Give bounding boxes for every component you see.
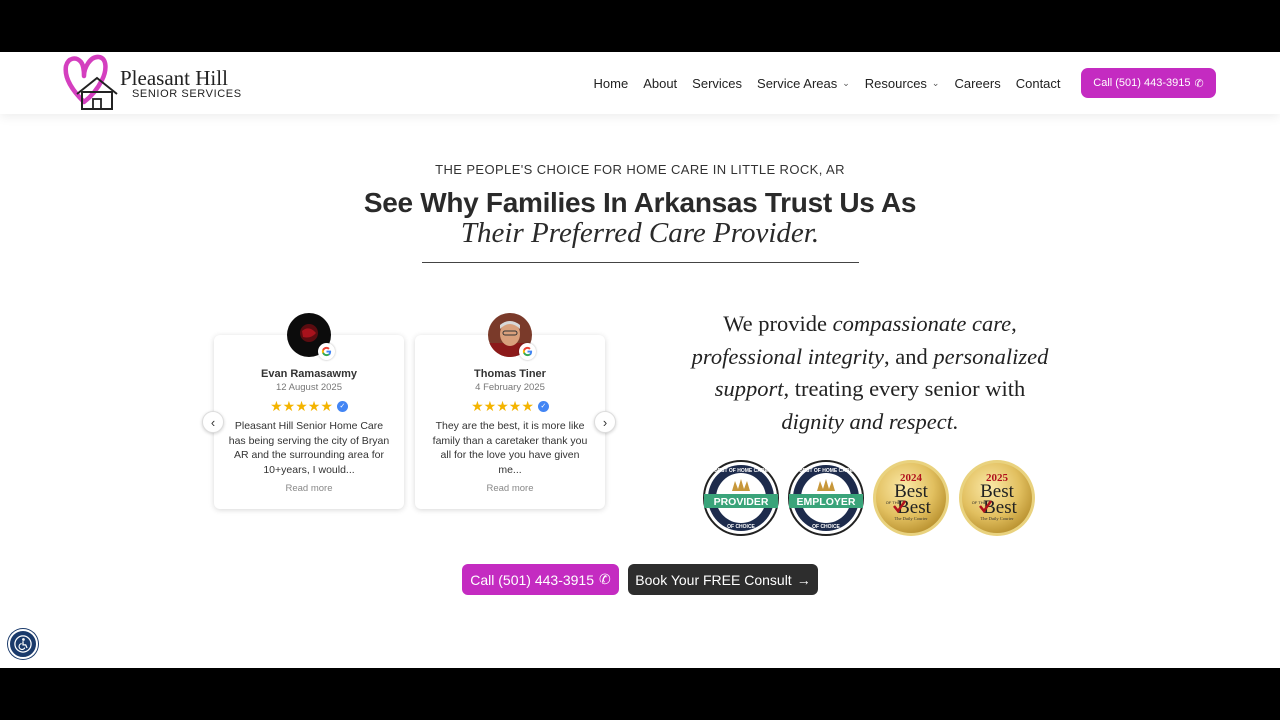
google-icon [519,343,536,360]
review-text: They are the best, it is more like famil… [432,420,588,476]
quote-emphasis: dignity and respect. [781,408,959,434]
avatar [488,313,536,360]
nav-label: Contact [1015,75,1061,91]
reviewer-name: Evan Ramasawmy [261,368,357,380]
carousel-prev-button[interactable]: ‹ [202,411,224,433]
seal-paper: The Daily Courier [981,516,1014,521]
nav-item-resources[interactable]: Resources ⌄ [865,76,940,91]
chevron-right-icon: › [602,414,608,430]
arrow-right-icon: → [796,571,811,588]
quote-emphasis: professional integrity [691,343,884,369]
award-seal-2024: 2024 Best OF THE Best The Daily Courier [872,459,950,537]
chevron-down-icon: ⌄ [931,77,940,88]
section-headline: See Why Families In Arkansas Trust Us As [363,187,917,218]
carousel-next-button[interactable]: › [594,411,616,433]
phone-icon: ✆ [1194,77,1204,90]
star-rating: ★ ★ ★ ★ ★ ✓ [214,399,404,413]
nav-item-home[interactable]: Home [594,76,629,91]
avatar [287,313,335,360]
verified-check-icon: ✓ [537,400,549,412]
mission-quote: We provide compassionate care, professio… [670,308,1070,438]
review-date: 12 August 2025 [275,382,343,393]
main-nav: Home About Services Service Areas ⌄ Resou… [586,52,1068,114]
review-card: Thomas Tiner 4 February 2025 ★ ★ ★ ★ ★ ✓ The… [415,335,605,509]
star-icon: ★ [320,398,333,414]
reviewer-name: Thomas Tiner [474,368,546,380]
star-icon: ★ [521,398,534,414]
chevron-left-icon: ‹ [210,414,216,430]
star-icon: ★ [508,398,522,414]
nav-item-contact[interactable]: Contact [1016,76,1061,91]
award-seal-2025: 2025 Best OF THE Best The Daily Courier [958,459,1036,537]
nav-item-service-areas[interactable]: Service Areas ⌄ [757,76,850,91]
read-more-link[interactable]: Read more [214,483,404,494]
badge-arc-text: BEST OF HOME CARE [714,468,768,474]
header-call-button[interactable]: Call (501) 443-3915 ✆ [1081,68,1216,98]
book-consult-button[interactable]: Book Your FREE Consult → [628,564,818,595]
seal-title: Best [983,497,1018,518]
section-eyebrow: THE PEOPLE'S CHOICE FOR HOME CARE IN LIT… [435,162,845,177]
seal-title: Best [897,497,932,518]
badge-sub-text: OF CHOICE [812,524,840,530]
section-headline-italic: Their Preferred Care Provider. [460,217,820,249]
nav-item-careers[interactable]: Careers [954,76,1000,91]
call-button[interactable]: Call (501) 443-3915 ✆ [462,564,619,595]
call-button-label: Call (501) 443-3915 [1093,77,1191,89]
divider [422,262,859,263]
brand-logo[interactable]: Pleasant Hill SENIOR SERVICES [62,54,252,112]
star-icon: ★ [496,398,509,414]
review-date: 4 February 2025 [475,382,545,393]
badge-sub-text: OF CHOICE [727,524,755,530]
seal-paper: The Daily Courier [895,516,928,521]
badge-arc-text: BEST OF HOME CARE [799,468,853,474]
page: Pleasant Hill SENIOR SERVICES Home About… [0,52,1280,668]
quote-text: , and [883,343,934,369]
star-rating: ★ ★ ★ ★ ★ ✓ [415,399,605,413]
nav-label: Careers [954,75,1001,91]
nav-item-about[interactable]: About [643,76,677,91]
quote-emphasis: compassionate care [832,311,1012,336]
site-header: Pleasant Hill SENIOR SERVICES Home About… [0,52,1280,114]
nav-label: Service Areas [757,75,838,91]
google-icon [318,343,335,360]
wheelchair-icon [14,635,32,653]
badge-label: EMPLOYER [797,496,856,508]
nav-item-services[interactable]: Services [692,76,742,91]
call-button-label: Call (501) 443-3915 [470,571,594,588]
star-icon: ★ [270,398,283,414]
quote-text: We provide [723,311,833,336]
star-icon: ★ [471,398,484,414]
award-badge-provider: PROVIDER BEST OF HOME CARE OF CHOICE [702,459,780,537]
book-button-label: Book Your FREE Consult [635,571,792,588]
nav-label: About [643,75,678,91]
nav-label: Resources [864,75,927,91]
brand-subtitle: SENIOR SERVICES [132,88,242,100]
star-icon: ★ [483,398,497,414]
review-card: Evan Ramasawmy 12 August 2025 ★ ★ ★ ★ ★ ✓ Pl… [214,335,404,509]
award-badge-employer: EMPLOYER BEST OF HOME CARE OF CHOICE [787,459,865,537]
star-icon: ★ [295,398,308,414]
phone-icon: ✆ [599,571,611,587]
nav-label: Services [692,75,743,91]
nav-label: Home [593,75,629,91]
quote-text: , treating every senior with [783,376,1026,401]
accessibility-button[interactable] [8,629,38,659]
review-text: Pleasant Hill Senior Home Care has being… [228,420,390,476]
badge-label: PROVIDER [714,496,769,508]
star-icon: ★ [282,398,296,414]
quote-text: , [1011,311,1017,336]
verified-check-icon: ✓ [336,400,348,412]
chevron-down-icon: ⌄ [842,77,850,88]
heart-house-logo-icon [63,54,118,110]
read-more-link[interactable]: Read more [415,483,605,494]
star-icon: ★ [307,398,321,414]
